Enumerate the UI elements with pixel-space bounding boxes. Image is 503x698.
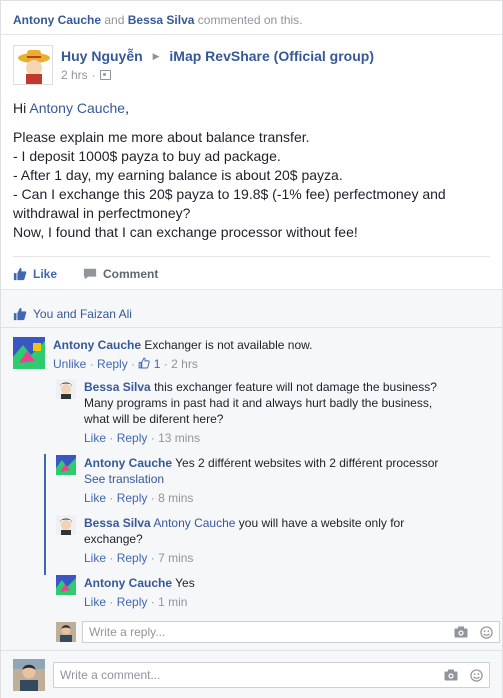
post-line: Now, I found that I can exchange process… (13, 224, 358, 240)
camera-icon[interactable] (444, 669, 458, 681)
comment-author[interactable]: Bessa Silva (84, 380, 151, 394)
post-line: Please explain me more about balance tra… (13, 129, 310, 145)
separator: · (163, 357, 168, 371)
likes-summary[interactable]: You and Faizan Ali (1, 290, 502, 328)
comment-text: Yes 2 différent websites with 2 différen… (175, 456, 439, 470)
current-user-avatar (13, 659, 45, 691)
separator: · (131, 357, 136, 371)
post-actions: Like Comment (13, 256, 490, 290)
commenter-avatar[interactable] (56, 455, 76, 475)
comment-text: Yes (175, 576, 195, 590)
greeting-mention[interactable]: Antony Cauche (29, 100, 125, 116)
comment-bubble-icon (83, 268, 97, 279)
unlike-link[interactable]: Unlike (53, 357, 86, 371)
current-user-avatar (56, 622, 76, 642)
post-author-name[interactable]: Huy Nguyễn (61, 48, 143, 64)
commenter-avatar[interactable] (56, 379, 76, 399)
like-link[interactable]: Like (84, 595, 106, 609)
reply-comment: Bessa Silva Antony Cauche you will have … (56, 515, 456, 566)
separator: · (109, 431, 114, 445)
reply-comment: Antony Cauche Yes 2 différent websites w… (56, 455, 456, 506)
reply-composer: Write a reply... (56, 621, 500, 643)
post-group-name[interactable]: iMap RevShare (Official group) (169, 48, 374, 64)
activity-user-1[interactable]: Antony Cauche (13, 13, 101, 27)
comment-time[interactable]: 1 min (158, 595, 187, 609)
separator: · (150, 551, 155, 565)
reply-placeholder: Write a reply... (89, 625, 166, 639)
separator: · (109, 595, 114, 609)
post-timestamp[interactable]: 2 hrs (61, 68, 88, 82)
comment-time[interactable]: 8 mins (158, 491, 193, 505)
commenter-avatar[interactable] (56, 515, 76, 535)
like-count: 1 (153, 357, 161, 371)
like-count-icon (13, 307, 27, 321)
thumbs-up-icon (13, 267, 27, 280)
comment-placeholder: Write a comment... (60, 668, 161, 682)
separator: · (109, 551, 114, 565)
comment-author[interactable]: Antony Cauche (84, 576, 172, 590)
thumbs-up-outline-icon (139, 357, 151, 369)
reply-link[interactable]: Reply (117, 595, 148, 609)
comment-time[interactable]: 2 hrs (171, 357, 198, 371)
greeting-word: Hi (13, 100, 27, 116)
comment-button[interactable]: Comment (83, 267, 158, 281)
like-link[interactable]: Like (84, 431, 106, 445)
comment-text: Exchanger is not available now. (144, 338, 313, 352)
audience-group-icon[interactable] (99, 70, 111, 80)
comment-author[interactable]: Bessa Silva (84, 516, 151, 530)
reply-link[interactable]: Reply (117, 491, 148, 505)
meta-separator: · (91, 68, 96, 82)
comment-input[interactable]: Write a comment... (53, 662, 490, 688)
separator: · (150, 595, 155, 609)
reply-comment: Antony Cauche Yes Like · Reply · 1 min (56, 575, 456, 610)
like-button[interactable]: Like (13, 267, 57, 281)
like-link[interactable]: Like (84, 551, 106, 565)
separator: · (150, 431, 155, 445)
greeting-comma: , (125, 100, 129, 116)
group-arrow-icon: ▶ (152, 51, 160, 61)
post-author-avatar[interactable] (13, 45, 53, 85)
camera-icon[interactable] (454, 626, 468, 638)
post-line: - After 1 day, my earning balance is abo… (13, 167, 343, 183)
reply-input[interactable]: Write a reply... (82, 621, 500, 643)
reply-link[interactable]: Reply (97, 357, 128, 371)
post-body: Hi Antony Cauche, Please explain me more… (1, 85, 502, 242)
comment-mention[interactable]: Antony Cauche (153, 516, 235, 530)
likes-summary-text: You and Faizan Ali (33, 307, 132, 321)
thread-highlight-bar (44, 454, 46, 575)
commenter-avatar[interactable] (13, 337, 45, 369)
commenter-avatar[interactable] (56, 575, 76, 595)
reply-comment: Bessa Silva this exchanger feature will … (56, 379, 456, 446)
emoji-icon[interactable] (480, 625, 493, 639)
activity-and: and (104, 13, 125, 27)
comment: Antony Cauche Exchanger is not available… (13, 337, 493, 372)
comment-time[interactable]: 7 mins (158, 551, 193, 565)
separator: · (89, 357, 94, 371)
comment-label: Comment (103, 266, 159, 281)
see-translation-link[interactable]: See translation (84, 472, 164, 486)
comment-composer: Write a comment... (1, 650, 502, 698)
post-line: - I deposit 1000$ payza to buy ad packag… (13, 148, 281, 164)
post-header: Huy Nguyễn ▶ iMap RevShare (Official gro… (1, 35, 502, 85)
emoji-icon[interactable] (470, 668, 483, 682)
like-link[interactable]: Like (84, 491, 106, 505)
activity-header: Antony Cauche and Bessa Silva commented … (1, 1, 502, 35)
comment-author[interactable]: Antony Cauche (53, 338, 141, 352)
separator: · (150, 491, 155, 505)
comment-time[interactable]: 13 mins (158, 431, 200, 445)
post-card: Antony Cauche and Bessa Silva commented … (0, 0, 503, 698)
post-line: - Can I exchange this 20$ payza to 19.8$… (13, 186, 446, 221)
activity-text: commented on this. (197, 13, 303, 27)
reply-link[interactable]: Reply (117, 551, 148, 565)
activity-user-2[interactable]: Bessa Silva (128, 13, 195, 27)
separator: · (109, 491, 114, 505)
like-label: Like (33, 266, 58, 281)
reply-link[interactable]: Reply (117, 431, 148, 445)
comment-author[interactable]: Antony Cauche (84, 456, 172, 470)
comment-like-count[interactable]: 1 (138, 357, 163, 371)
